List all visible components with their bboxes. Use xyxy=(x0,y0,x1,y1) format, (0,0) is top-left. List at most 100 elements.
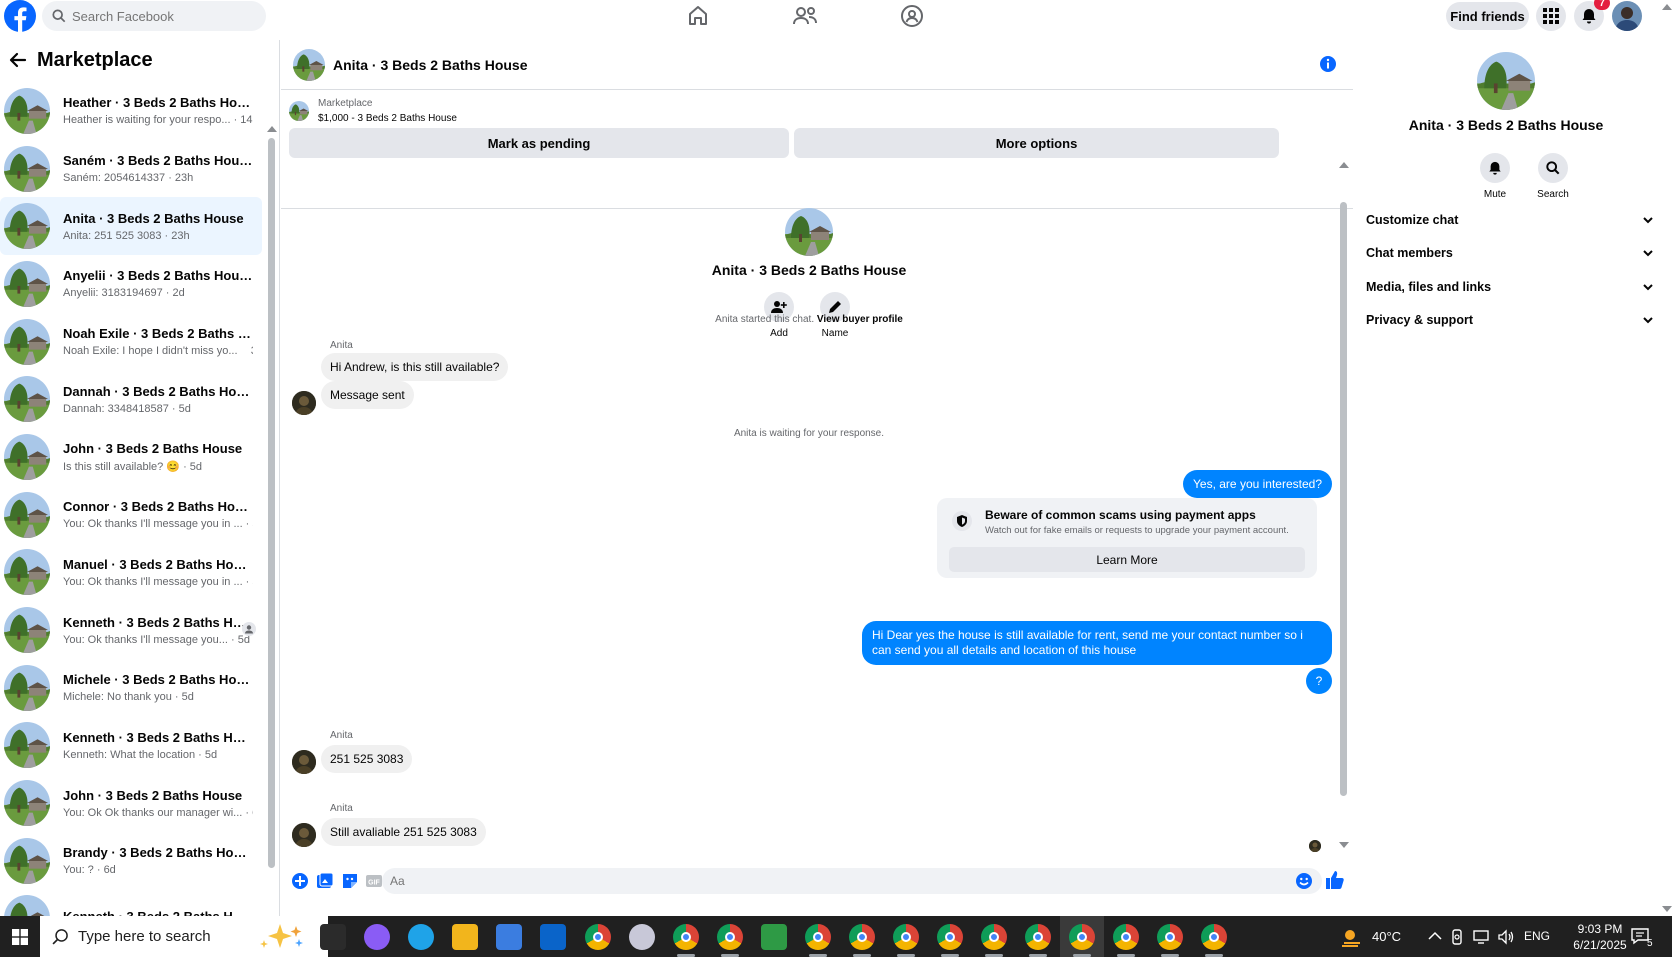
thumbs-up-icon[interactable] xyxy=(1325,870,1345,890)
scroll-up-arrow-icon[interactable] xyxy=(1662,4,1672,10)
sender-avatar[interactable] xyxy=(292,391,316,415)
conversation-item[interactable]: Saném · 3 Beds 2 Baths House Saném: 20546… xyxy=(0,140,262,198)
info-section-row[interactable]: Privacy & support xyxy=(1366,310,1654,330)
conversation-item[interactable]: Manuel · 3 Beds 2 Baths House You: Ok tha… xyxy=(0,544,262,602)
more-options-button[interactable]: More options xyxy=(794,128,1279,158)
friends-icon[interactable] xyxy=(792,4,817,28)
profile-avatar[interactable] xyxy=(1612,1,1642,31)
conversation-item[interactable]: John · 3 Beds 2 Baths House Is this still… xyxy=(0,428,262,486)
conversation-item[interactable]: Brandy · 3 Beds 2 Baths House You: ? · 6d xyxy=(0,832,262,890)
search-input[interactable] xyxy=(72,8,252,24)
chrome-profile-icon[interactable] xyxy=(849,924,875,950)
chat-avatar[interactable] xyxy=(293,48,325,81)
back-arrow-icon[interactable] xyxy=(8,50,28,70)
mark-as-pending-button[interactable]: Mark as pending xyxy=(289,128,789,158)
info-section-row[interactable]: Media, files and links xyxy=(1366,277,1654,297)
info-section-row[interactable]: Chat members xyxy=(1366,243,1654,263)
chrome-profile-icon[interactable] xyxy=(1025,924,1051,950)
search-icon[interactable] xyxy=(1538,153,1568,183)
microsoft-store-icon[interactable] xyxy=(496,924,522,950)
conversation-item[interactable]: Kenneth · 3 Beds 2 Baths House xyxy=(0,890,262,916)
chrome-profile-icon[interactable] xyxy=(1201,924,1227,950)
task-view-icon[interactable] xyxy=(320,924,346,950)
listing-price[interactable]: $1,000 - 3 Beds 2 Baths House xyxy=(318,113,457,124)
conversation-item[interactable]: Anita · 3 Beds 2 Baths House Anita: 251 5… xyxy=(0,197,262,256)
chevron-up-icon[interactable] xyxy=(1428,930,1442,942)
windows-start-icon[interactable] xyxy=(0,916,40,957)
system-clock[interactable]: 9:03 PM 6/21/2025 xyxy=(1564,921,1636,953)
mute-action[interactable]: Mute xyxy=(1470,153,1520,200)
photo-icon[interactable] xyxy=(316,872,334,890)
volume-icon[interactable] xyxy=(1497,929,1515,945)
menu-grid-icon[interactable] xyxy=(1536,1,1566,31)
scroll-down-arrow-icon[interactable] xyxy=(1662,906,1672,912)
conversation-item[interactable]: Heather · 3 Beds 2 Baths House Heather is… xyxy=(0,82,262,140)
groups-icon[interactable] xyxy=(900,4,924,28)
conversation-item[interactable]: Michele · 3 Beds 2 Baths House Michele: N… xyxy=(0,659,262,717)
incoming-message[interactable]: Message sent xyxy=(321,381,414,409)
conversation-item[interactable]: Kenneth · 3 Beds 2 Baths Hou... You: Ok t… xyxy=(0,601,262,659)
info-panel-avatar[interactable] xyxy=(1477,52,1535,110)
chat-title[interactable]: Anita · 3 Beds 2 Baths House xyxy=(333,57,528,73)
outgoing-message[interactable]: Hi Dear yes the house is still available… xyxy=(862,621,1332,665)
incoming-message[interactable]: 251 525 3083 xyxy=(321,745,413,773)
search-in-chat-action[interactable]: Search xyxy=(1528,153,1578,200)
learn-more-button[interactable]: Learn More xyxy=(949,547,1305,572)
listing-thumbnail[interactable] xyxy=(289,101,309,121)
input-language[interactable]: ENG xyxy=(1524,929,1550,943)
app-icon[interactable] xyxy=(629,924,655,950)
conversation-item[interactable]: Kenneth · 3 Beds 2 Baths House Kenneth: W… xyxy=(0,717,262,775)
outlook-icon[interactable] xyxy=(540,924,566,950)
scrollbar-thumb[interactable] xyxy=(268,138,275,868)
incoming-message[interactable]: Still avaliable 251 525 3083 xyxy=(321,818,486,846)
conversation-item[interactable]: Dannah · 3 Beds 2 Baths House Dannah: 334… xyxy=(0,370,262,428)
search-highlight-sparkle-icon[interactable] xyxy=(252,922,322,950)
scroll-down-arrow-icon[interactable] xyxy=(1339,842,1349,848)
sidebar-scrollbar[interactable] xyxy=(267,86,277,868)
conversation-item[interactable]: Anyelii · 3 Beds 2 Baths House Anyelii: 3… xyxy=(0,255,262,313)
chrome-profile-icon[interactable] xyxy=(937,924,963,950)
conversation-item[interactable]: John · 3 Beds 2 Baths House You: Ok Ok th… xyxy=(0,774,262,832)
chrome-profile-icon[interactable] xyxy=(805,924,831,950)
plus-circle-icon[interactable] xyxy=(291,872,309,890)
incoming-message[interactable]: Hi Andrew, is this still available? xyxy=(321,353,509,381)
chrome-profile-icon[interactable] xyxy=(673,924,699,950)
home-icon[interactable] xyxy=(686,4,710,28)
bell-icon[interactable] xyxy=(1480,153,1510,183)
scroll-up-arrow-icon[interactable] xyxy=(267,126,277,132)
emoji-icon[interactable] xyxy=(1295,872,1313,890)
sender-avatar[interactable] xyxy=(292,823,316,847)
taskbar-search-box[interactable]: Type here to search xyxy=(40,916,328,957)
scroll-up-arrow-icon[interactable] xyxy=(1339,162,1349,168)
search-box[interactable] xyxy=(42,1,266,31)
outgoing-message[interactable]: ? xyxy=(1306,668,1332,694)
sender-avatar[interactable] xyxy=(292,750,316,774)
chrome-profile-icon[interactable] xyxy=(1157,924,1183,950)
copilot-icon[interactable] xyxy=(364,924,390,950)
outgoing-message[interactable]: Yes, are you interested? xyxy=(1183,470,1332,498)
edge-browser-icon[interactable] xyxy=(408,924,434,950)
network-icon[interactable] xyxy=(1473,930,1491,944)
gif-icon[interactable]: GIF xyxy=(365,872,383,890)
chrome-icon[interactable] xyxy=(585,924,611,950)
page-scrollbar[interactable] xyxy=(1662,4,1672,956)
view-buyer-profile-link[interactable]: View buyer profile xyxy=(817,314,903,325)
conversation-item[interactable]: Connor · 3 Beds 2 Baths House You: Ok tha… xyxy=(0,486,262,544)
info-section-row[interactable]: Customize chat xyxy=(1366,210,1654,230)
conversation-item[interactable]: Noah Exile · 3 Beds 2 Baths Hou... Noah E… xyxy=(0,313,262,371)
weather-icon[interactable] xyxy=(1340,926,1364,948)
spreadsheet-icon[interactable] xyxy=(761,924,787,950)
info-icon[interactable] xyxy=(1319,55,1337,73)
chat-scrollbar[interactable] xyxy=(1339,160,1349,850)
chrome-profile-icon[interactable] xyxy=(1113,924,1139,950)
scrollbar-thumb[interactable] xyxy=(1340,202,1347,796)
facebook-logo-icon[interactable] xyxy=(4,0,36,32)
chrome-profile-icon[interactable] xyxy=(893,924,919,950)
find-friends-button[interactable]: Find friends xyxy=(1446,2,1529,30)
weather-temperature[interactable]: 40°C xyxy=(1372,929,1401,944)
sticker-icon[interactable] xyxy=(341,872,359,890)
message-input[interactable] xyxy=(382,868,1322,894)
device-icon[interactable] xyxy=(1450,929,1464,945)
chrome-profile-icon[interactable] xyxy=(1069,924,1095,950)
file-explorer-icon[interactable] xyxy=(452,924,478,950)
